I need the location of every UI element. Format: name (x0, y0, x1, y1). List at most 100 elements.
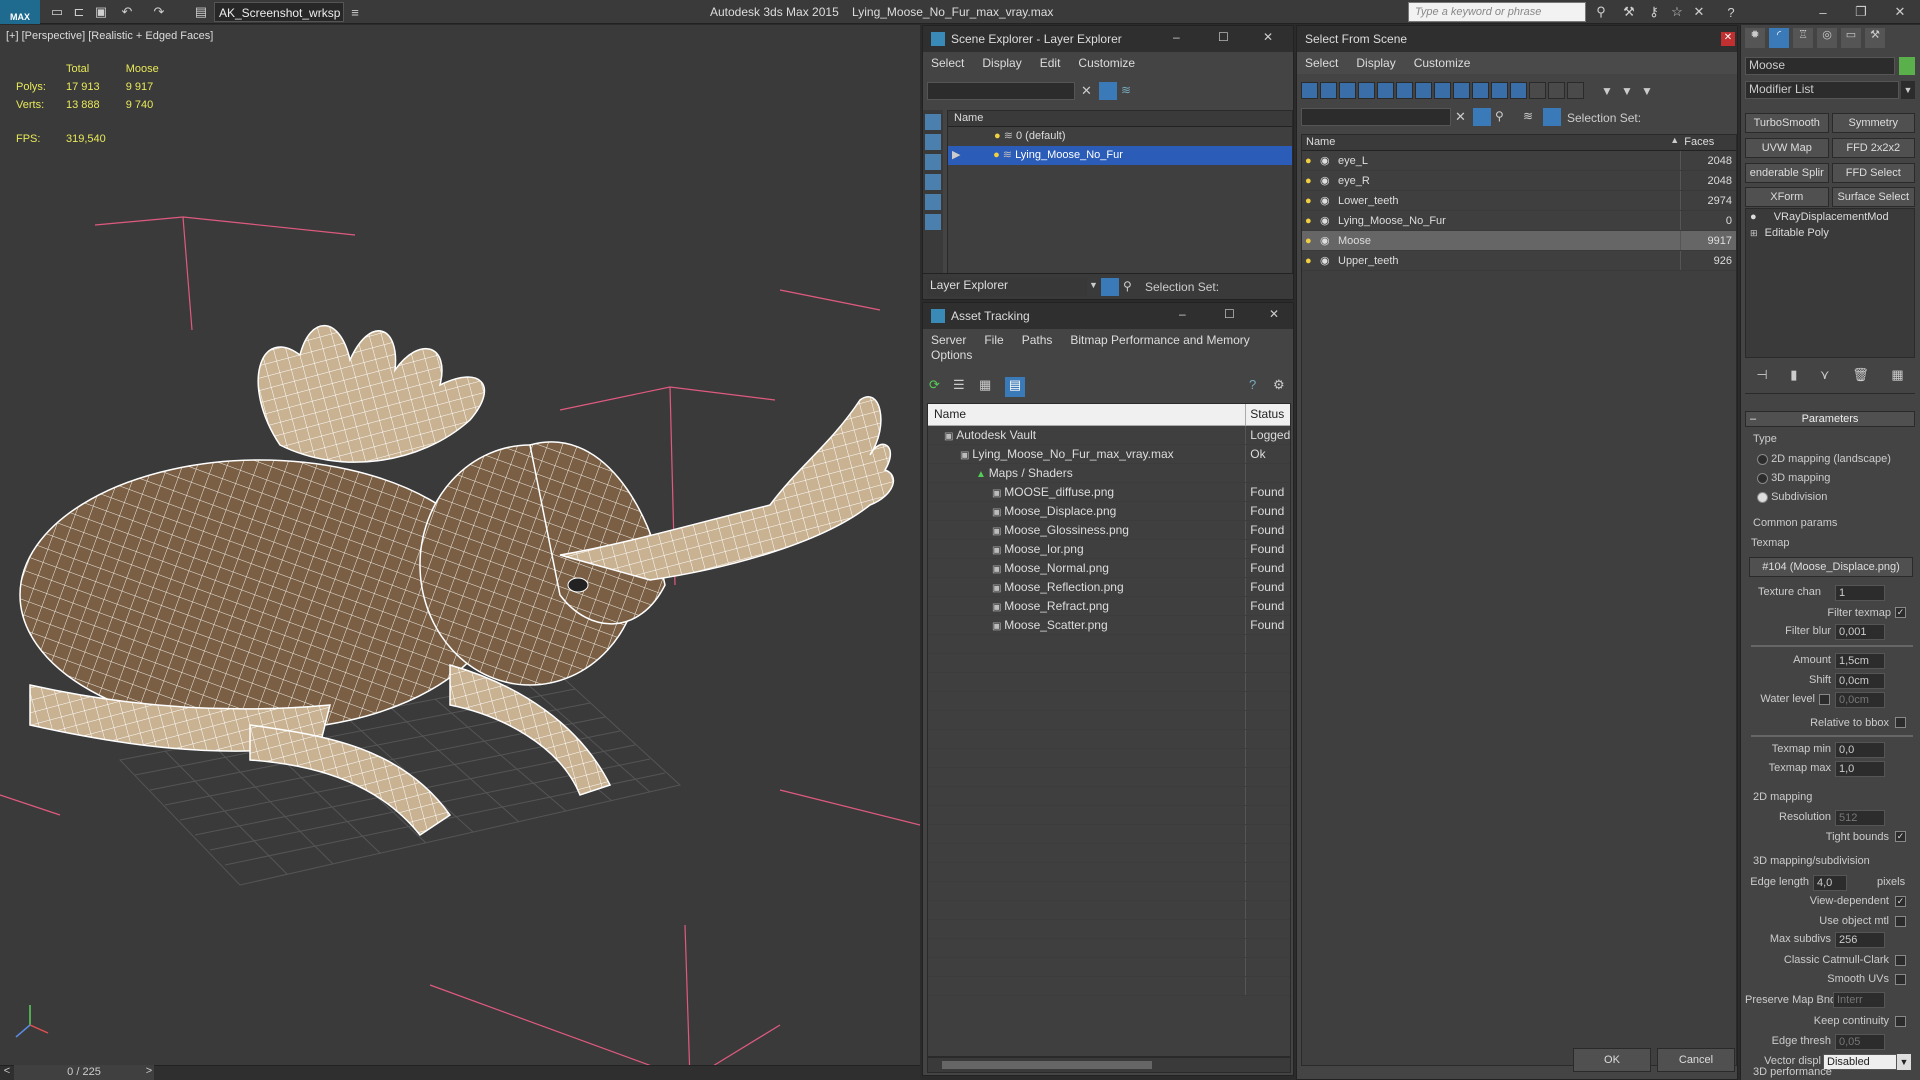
close-x-icon[interactable]: ✕ (1690, 3, 1708, 21)
display-xrefs-icon[interactable] (1434, 82, 1451, 99)
smooth-uvs-checkbox[interactable] (1895, 974, 1906, 985)
sfs-close-icon[interactable]: ✕ (1721, 32, 1735, 46)
asset-row[interactable]: ▣ Moose_Scatter.png Found (928, 616, 1290, 635)
tight-bounds-checkbox[interactable]: ✓ (1895, 831, 1906, 842)
light-bulb-icon[interactable]: ● (994, 130, 1001, 142)
se-filter-icon[interactable] (1099, 82, 1117, 100)
se-display-objects-icon[interactable] (925, 114, 941, 130)
light-bulb-icon[interactable]: ● (1302, 231, 1316, 250)
new-file-icon[interactable]: ▭ (48, 3, 66, 21)
pin-stack-icon[interactable]: ⊣ (1756, 367, 1767, 389)
light-bulb-icon[interactable]: ● (1302, 151, 1316, 170)
texmap-max-input[interactable]: 1,0 (1835, 761, 1885, 777)
sfs-menu-select[interactable]: Select (1305, 56, 1338, 70)
sfs-hierarchy-icon[interactable]: ⚲ (1495, 109, 1504, 123)
se-menu-display[interactable]: Display (982, 56, 1021, 70)
at-menu-server[interactable]: Server (931, 333, 966, 348)
show-end-result-icon[interactable]: ▮ (1790, 367, 1797, 389)
se-clear-search-icon[interactable]: ✕ (1081, 83, 1092, 99)
sfs-selection-set-icon[interactable] (1543, 108, 1561, 126)
se-display-shapes-icon[interactable] (925, 154, 941, 170)
utilities-tab-icon[interactable]: ⚒ (1865, 28, 1885, 48)
viewport-label[interactable]: [+] [Perspective] [Realistic + Edged Fac… (6, 30, 213, 42)
edge-thresh-input[interactable]: 0,05 (1835, 1034, 1885, 1050)
motion-tab-icon[interactable]: ◎ (1817, 28, 1837, 48)
timeline-slider[interactable]: 0 / 225 (14, 1065, 154, 1080)
display-helpers-icon[interactable] (1377, 82, 1394, 99)
undo-icon[interactable]: ↶ (118, 3, 136, 21)
display-bones-icon[interactable] (1453, 82, 1470, 99)
scene-explorer-close-icon[interactable]: ✕ (1263, 30, 1273, 44)
at-close-icon[interactable]: ✕ (1269, 307, 1279, 321)
radio-3d-mapping-indicator[interactable] (1757, 472, 1768, 484)
relative-bbox-checkbox[interactable] (1895, 717, 1906, 728)
resolution-input[interactable]: 512 (1835, 810, 1885, 826)
workspace-menu-icon[interactable]: ≡ (346, 3, 364, 21)
vector-displ-dropdown[interactable]: Disabled (1823, 1054, 1897, 1070)
display-groups-icon[interactable] (1415, 82, 1432, 99)
sfs-menu-display[interactable]: Display (1356, 56, 1395, 70)
cancel-button[interactable]: Cancel (1657, 1048, 1735, 1072)
remove-modifier-icon[interactable]: 🗑 (1852, 367, 1869, 389)
star-icon[interactable]: ☆ (1668, 3, 1686, 21)
layer-item-lying-moose[interactable]: ▶ ● ≋ Lying_Moose_No_Fur (948, 146, 1292, 165)
app-logo[interactable]: MAX (0, 0, 40, 24)
sfs-clear-search-icon[interactable]: ✕ (1455, 109, 1466, 125)
filter-texmap-checkbox[interactable]: ✓ (1895, 607, 1906, 618)
parameters-rollout-header[interactable]: – Parameters (1745, 411, 1915, 427)
edge-length-input[interactable]: 4,0 (1813, 875, 1847, 891)
sfs-col-faces[interactable]: Faces (1680, 135, 1736, 150)
open-file-icon[interactable]: ⊏ (70, 3, 88, 21)
layer-manager-icon[interactable] (1101, 278, 1119, 296)
scene-object-row[interactable]: ● ◉ Upper_teeth 926 (1302, 251, 1736, 271)
light-bulb-icon[interactable]: ● (1302, 171, 1316, 190)
tools-icon[interactable]: ⚒ (1620, 3, 1638, 21)
modifier-list-chevron-icon[interactable]: ▼ (1901, 81, 1915, 99)
shift-input[interactable]: 0,0cm (1835, 673, 1885, 689)
scene-explorer-minimize-icon[interactable]: – (1173, 30, 1180, 44)
catmull-clark-checkbox[interactable] (1895, 955, 1906, 966)
sfs-search-field[interactable] (1301, 108, 1451, 126)
scene-object-row[interactable]: ● ◉ Lying_Moose_No_Fur 0 (1302, 211, 1736, 231)
asset-col-name[interactable]: Name (928, 404, 1247, 425)
light-bulb-icon[interactable]: ● (993, 149, 1000, 161)
at-maximize-icon[interactable]: ☐ (1224, 307, 1235, 321)
table-view-icon[interactable]: ▤ (1005, 377, 1025, 397)
stack-item-vray-displacement[interactable]: ● VRayDisplacementMod (1746, 209, 1914, 225)
layer-list-header[interactable]: Name (948, 111, 1292, 127)
se-display-helpers-icon[interactable] (925, 214, 941, 230)
renderable-spline-button[interactable]: enderable Splir (1745, 162, 1829, 183)
at-menu-bitmap[interactable]: Bitmap Performance and Memory (1070, 333, 1249, 348)
at-help-icon[interactable]: ? (1249, 377, 1267, 395)
texture-chan-input[interactable]: 1 (1835, 585, 1885, 601)
asset-row[interactable]: ▣ Moose_Reflection.png Found (928, 578, 1290, 597)
ffd-select-button[interactable]: FFD Select (1831, 162, 1915, 183)
asset-col-status[interactable]: Status (1246, 404, 1290, 425)
se-display-cameras-icon[interactable] (925, 194, 941, 210)
timeline-prev-button[interactable]: < (0, 1065, 14, 1080)
keep-continuity-checkbox[interactable] (1895, 1016, 1906, 1027)
at-settings-icon[interactable]: ⚙ (1273, 377, 1291, 395)
display-none-icon[interactable] (1548, 82, 1565, 99)
asset-row[interactable]: ▣ MOOSE_diffuse.png Found (928, 483, 1290, 502)
modifier-bulb-icon[interactable]: ● (1750, 211, 1757, 223)
scene-object-row[interactable]: ● ◉ eye_R 2048 (1302, 171, 1736, 191)
display-spacewarps-icon[interactable] (1396, 82, 1413, 99)
asset-row[interactable]: ▣ Moose_Ior.png Found (928, 540, 1290, 559)
display-hidden-icon[interactable] (1510, 82, 1527, 99)
asset-row[interactable]: ▣ Lying_Moose_No_Fur_max_vray.max Ok (928, 445, 1290, 464)
project-folder-icon[interactable]: ▤ (192, 3, 210, 21)
preserve-map-input[interactable]: Interr (1833, 992, 1885, 1008)
sfs-col-name[interactable]: Name (1302, 135, 1670, 150)
hierarchy-icon[interactable]: ⚲ (1123, 279, 1132, 293)
refresh-icon[interactable]: ⟳ (929, 377, 947, 395)
se-menu-select[interactable]: Select (931, 56, 964, 70)
view-dependent-checkbox[interactable]: ✓ (1895, 896, 1906, 907)
at-minimize-icon[interactable]: – (1179, 307, 1186, 321)
use-object-mtl-checkbox[interactable] (1895, 916, 1906, 927)
create-tab-icon[interactable]: ✹ (1745, 28, 1765, 48)
max-subdivs-input[interactable]: 256 (1835, 932, 1885, 948)
xform-button[interactable]: XForm (1745, 187, 1829, 208)
search-input[interactable]: Type a keyword or phrase (1408, 2, 1586, 22)
display-cameras-icon[interactable] (1358, 82, 1375, 99)
